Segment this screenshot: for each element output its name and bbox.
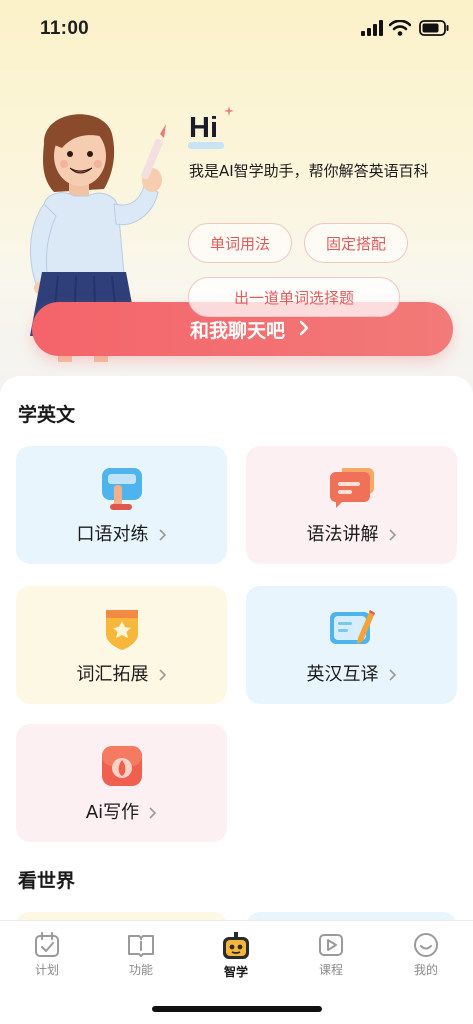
assistant-intro: 我是AI智学助手，帮你解答英语百科 [189, 162, 429, 180]
card-speaking-practice[interactable]: 口语对练 [16, 446, 227, 564]
chevron-right-icon [158, 669, 166, 681]
chat-button-label: 和我聊天吧 [190, 320, 286, 342]
card-label: Ai写作 [16, 798, 227, 824]
card-ai-writing[interactable]: Ai写作 [16, 724, 227, 842]
calendar-check-icon [35, 932, 59, 957]
speaking-practice-icon [102, 468, 142, 510]
tab-label: 课程 [318, 963, 343, 977]
card-vocabulary[interactable]: 词汇拓展 [16, 586, 227, 704]
tab-label: 智学 [223, 965, 248, 979]
greeting-title: Hi [189, 112, 218, 144]
tab-label: 我的 [413, 963, 438, 977]
card-label: 词汇拓展 [16, 660, 227, 686]
chevron-right-icon [388, 669, 396, 681]
tab-label: 计划 [34, 963, 59, 977]
home-indicator [152, 1006, 322, 1012]
chevron-right-icon [158, 529, 166, 541]
battery-icon [419, 20, 449, 36]
card-label: 语法讲解 [246, 520, 457, 546]
chevron-right-icon [149, 807, 157, 819]
tab-label: 功能 [128, 963, 153, 977]
chip-collocations[interactable]: 固定搭配 [304, 223, 408, 263]
chevron-right-icon [388, 529, 396, 541]
card-grammar[interactable]: 语法讲解 [246, 446, 457, 564]
tab-plan[interactable]: 计划 [12, 931, 82, 978]
sparkle-icon [224, 106, 234, 116]
card-translate[interactable]: 英汉互译 [246, 586, 457, 704]
section-title-learn-english: 学英文 [18, 404, 76, 426]
status-icons [361, 20, 451, 40]
play-video-icon [319, 934, 343, 956]
signal-icon [361, 20, 383, 36]
book-info-icon [128, 935, 154, 957]
section-title-see-world: 看世界 [18, 870, 76, 892]
status-time: 11:00 [40, 18, 90, 39]
chip-word-usage[interactable]: 单词用法 [188, 223, 292, 263]
grammar-chat-icon [330, 468, 374, 508]
translate-card-icon [330, 610, 375, 644]
tab-courses[interactable]: 课程 [296, 931, 366, 978]
tab-features[interactable]: 功能 [106, 931, 176, 978]
card-label: 口语对练 [16, 520, 227, 546]
ai-writing-icon [102, 746, 142, 786]
smiley-profile-icon [414, 933, 438, 957]
tab-smart-learn[interactable]: 智学 [201, 931, 271, 980]
vocabulary-badge-icon [106, 610, 138, 650]
wifi-icon [389, 20, 411, 36]
chip-word-quiz[interactable]: 出一道单词选择题 [188, 277, 400, 317]
card-label: 英汉互译 [246, 660, 457, 686]
robot-icon [223, 932, 249, 959]
chevron-right-icon [299, 320, 309, 336]
tab-profile[interactable]: 我的 [391, 931, 461, 978]
